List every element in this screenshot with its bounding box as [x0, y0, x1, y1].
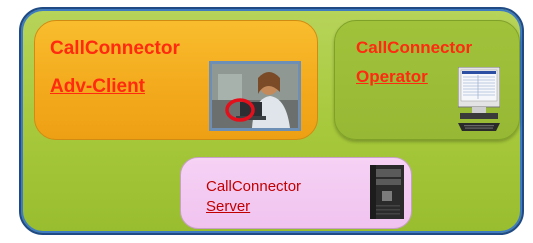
server-tower-icon	[370, 165, 404, 219]
operator-link[interactable]: Operator	[356, 66, 428, 88]
operator-title: CallConnector	[356, 38, 473, 57]
adv-client-link[interactable]: Adv-Client	[50, 76, 145, 98]
person-at-computer-photo	[209, 61, 301, 131]
server-title: CallConnector	[206, 178, 302, 195]
adv-client-title: CallConnector	[50, 38, 180, 59]
server-link[interactable]: Server	[206, 198, 250, 215]
desktop-computer-icon	[458, 67, 500, 131]
